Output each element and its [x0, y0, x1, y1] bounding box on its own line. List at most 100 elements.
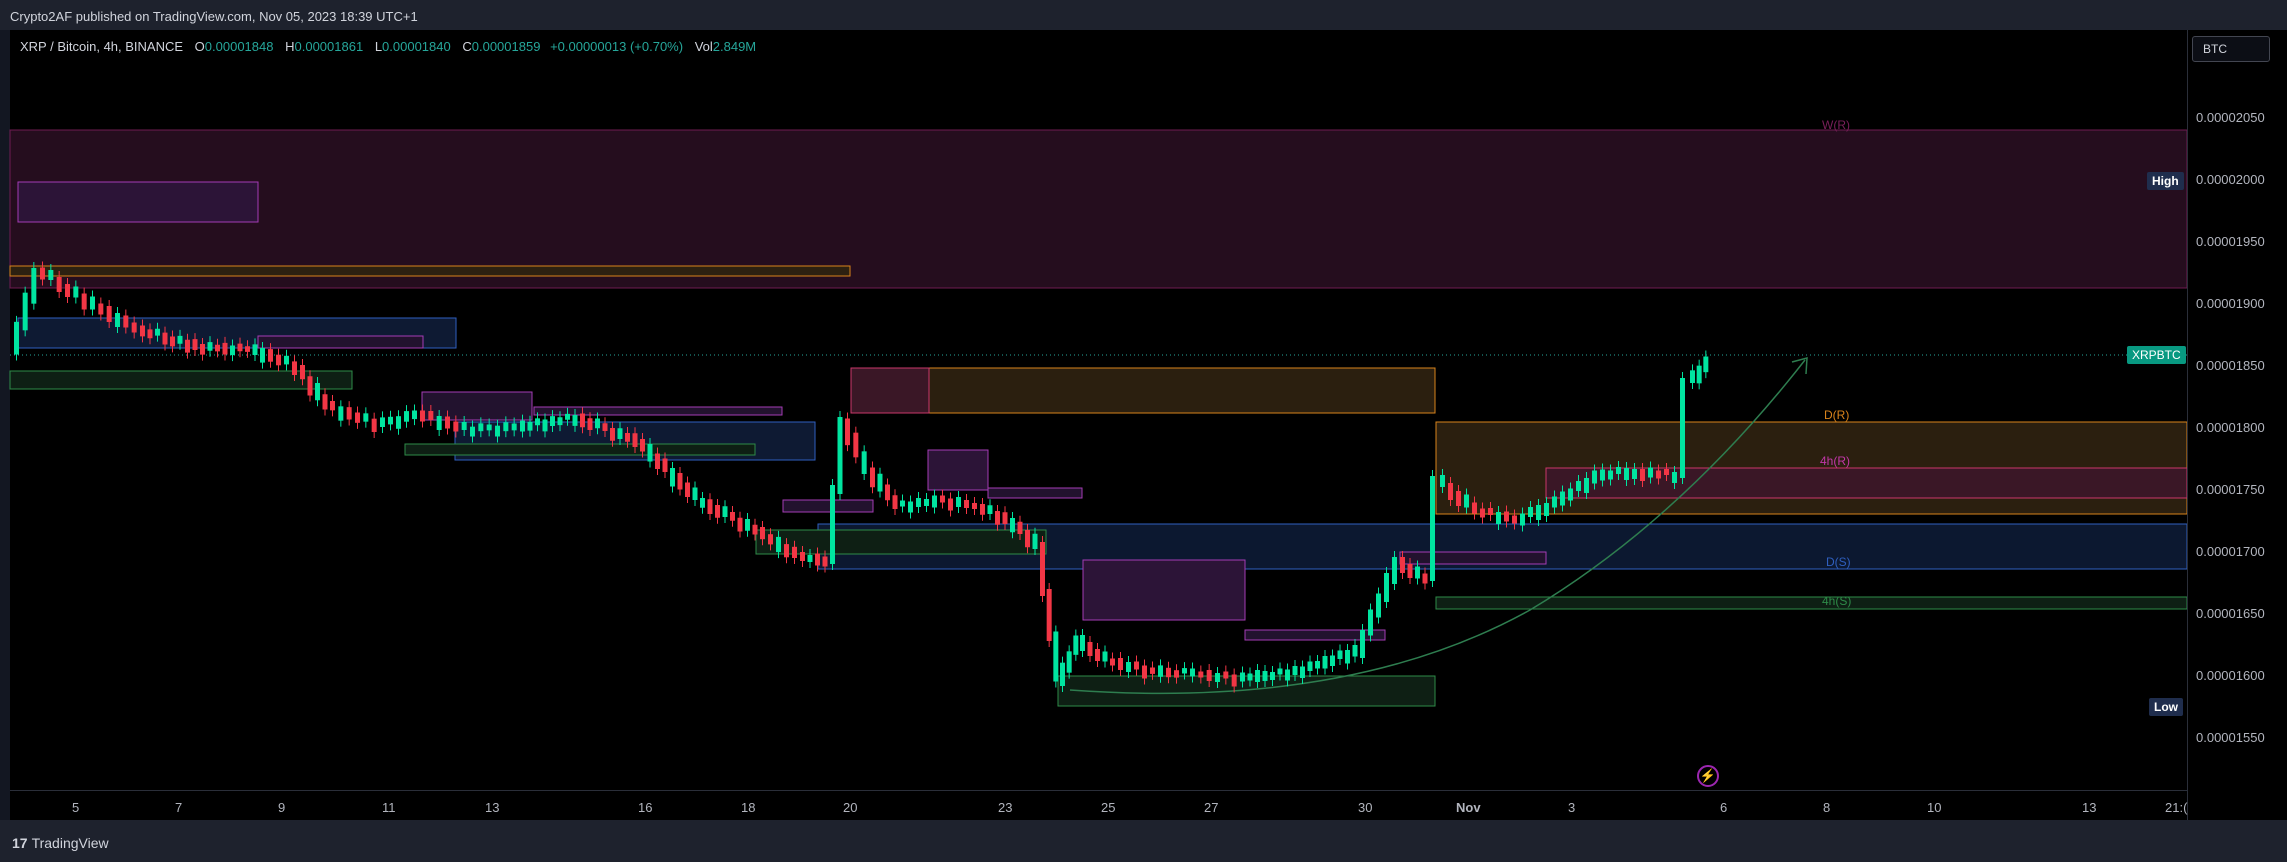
candle-body: [1430, 476, 1435, 581]
symbol-name[interactable]: XRP / Bitcoin, 4h, BINANCE: [20, 39, 183, 54]
brand-name: TradingView: [31, 835, 109, 851]
candle-body: [1392, 557, 1397, 584]
candle-body: [1255, 670, 1260, 682]
candle-body: [995, 511, 1000, 525]
candle-body: [470, 426, 475, 437]
candle-body: [602, 423, 608, 431]
currency-button[interactable]: BTC: [2192, 36, 2270, 62]
purple-zone-c1: [927, 449, 989, 491]
tradingview-logo[interactable]: 17 TradingView: [12, 835, 109, 851]
candle-body: [1407, 564, 1413, 578]
candle-body: [461, 422, 467, 430]
high-key: H: [285, 39, 295, 54]
candle-body: [1102, 651, 1108, 662]
candle-body: [363, 413, 369, 422]
green-zone-c: [755, 529, 1047, 555]
time-tick-label: 10: [1927, 800, 1942, 815]
time-tick-label: 8: [1823, 800, 1831, 815]
candle-body: [1690, 370, 1695, 383]
candle-body: [177, 335, 183, 344]
candle-body: [1285, 669, 1290, 681]
candle-body: [222, 342, 228, 355]
candle-body: [1040, 542, 1045, 596]
candle-body: [131, 322, 137, 333]
price-tick-label: 0.00001750: [2196, 482, 2265, 497]
symbol-legend: XRP / Bitcoin, 4h, BINANCE O0.00001848 H…: [20, 39, 756, 54]
open-value: 0.00001848: [204, 39, 274, 54]
candle-body: [1440, 475, 1445, 487]
candle-body: [1664, 469, 1669, 475]
candle-body: [1110, 658, 1115, 666]
candle-body: [776, 536, 781, 553]
candle-body: [346, 407, 352, 420]
candle-body: [123, 315, 129, 328]
low-tag: Low: [2149, 698, 2183, 716]
candle-body: [355, 412, 360, 423]
time-tick-label: 6: [1720, 800, 1728, 815]
candle-body: [1206, 670, 1212, 681]
candle-body: [428, 411, 434, 420]
candle-body: [1592, 470, 1597, 484]
candle-body: [215, 344, 220, 352]
candle-body: [972, 503, 977, 509]
flash-icon[interactable]: ⚡: [1697, 765, 1719, 787]
candle-body: [715, 505, 720, 518]
candle-body: [1616, 467, 1621, 474]
candle-body: [737, 517, 743, 532]
candle-body: [1415, 566, 1420, 579]
purple-zone-r: [1399, 551, 1547, 565]
price-tick-label: 0.00001850: [2196, 358, 2265, 373]
candle-body: [1142, 665, 1147, 679]
candle-body: [1010, 518, 1015, 533]
candle-body: [1496, 512, 1501, 524]
candle-body: [870, 467, 875, 488]
high-value: 0.00001861: [294, 39, 364, 54]
price-tick-label: 0.00001950: [2196, 234, 2265, 249]
candle-body: [1368, 609, 1373, 636]
candle-body: [1134, 661, 1139, 670]
candle-body: [1166, 667, 1171, 678]
candle-body: [1330, 655, 1335, 666]
price-tick-label: 0.00001550: [2196, 730, 2265, 745]
candle-body: [1150, 667, 1155, 674]
candle-body: [1456, 491, 1461, 506]
candle-body: [1126, 662, 1131, 672]
candle-body: [542, 419, 548, 432]
purple-zone-left: [257, 335, 424, 349]
candle-body: [900, 500, 905, 507]
h4-r-label: 4h(R): [1820, 454, 1851, 468]
candle-body: [1544, 503, 1549, 516]
candle-body: [908, 501, 913, 513]
candle-body: [948, 498, 953, 511]
h4-s-label: 4h(S): [1822, 594, 1852, 608]
time-tick-label: 27: [1204, 800, 1219, 815]
candle-body: [1322, 656, 1328, 669]
candle-body: [1174, 670, 1179, 678]
candle-body: [550, 416, 555, 426]
price-chart[interactable]: [0, 0, 2287, 862]
time-axis[interactable]: [10, 790, 2187, 821]
candle-body: [1422, 573, 1428, 584]
candle-body: [940, 495, 945, 503]
time-tick-label: 20: [843, 800, 858, 815]
candle-body: [1095, 649, 1100, 661]
candle-body: [1608, 470, 1613, 480]
candle-body: [307, 376, 313, 396]
candle-body: [853, 432, 859, 458]
candle-body: [1337, 650, 1343, 659]
candle-body: [420, 410, 425, 422]
candle-body: [580, 413, 585, 428]
candle-body: [200, 344, 205, 355]
candle-body: [1352, 645, 1358, 657]
candle-body: [237, 343, 243, 352]
candle-body: [115, 313, 120, 327]
candle-body: [830, 485, 835, 564]
candle-body: [1703, 356, 1709, 373]
candle-body: [1118, 658, 1123, 670]
candle-body: [1656, 470, 1661, 479]
orange-zone-center: [850, 367, 1436, 414]
candle-body: [1190, 668, 1195, 677]
candle-body: [677, 473, 683, 490]
candle-body: [980, 504, 985, 515]
candle-body: [192, 339, 198, 350]
